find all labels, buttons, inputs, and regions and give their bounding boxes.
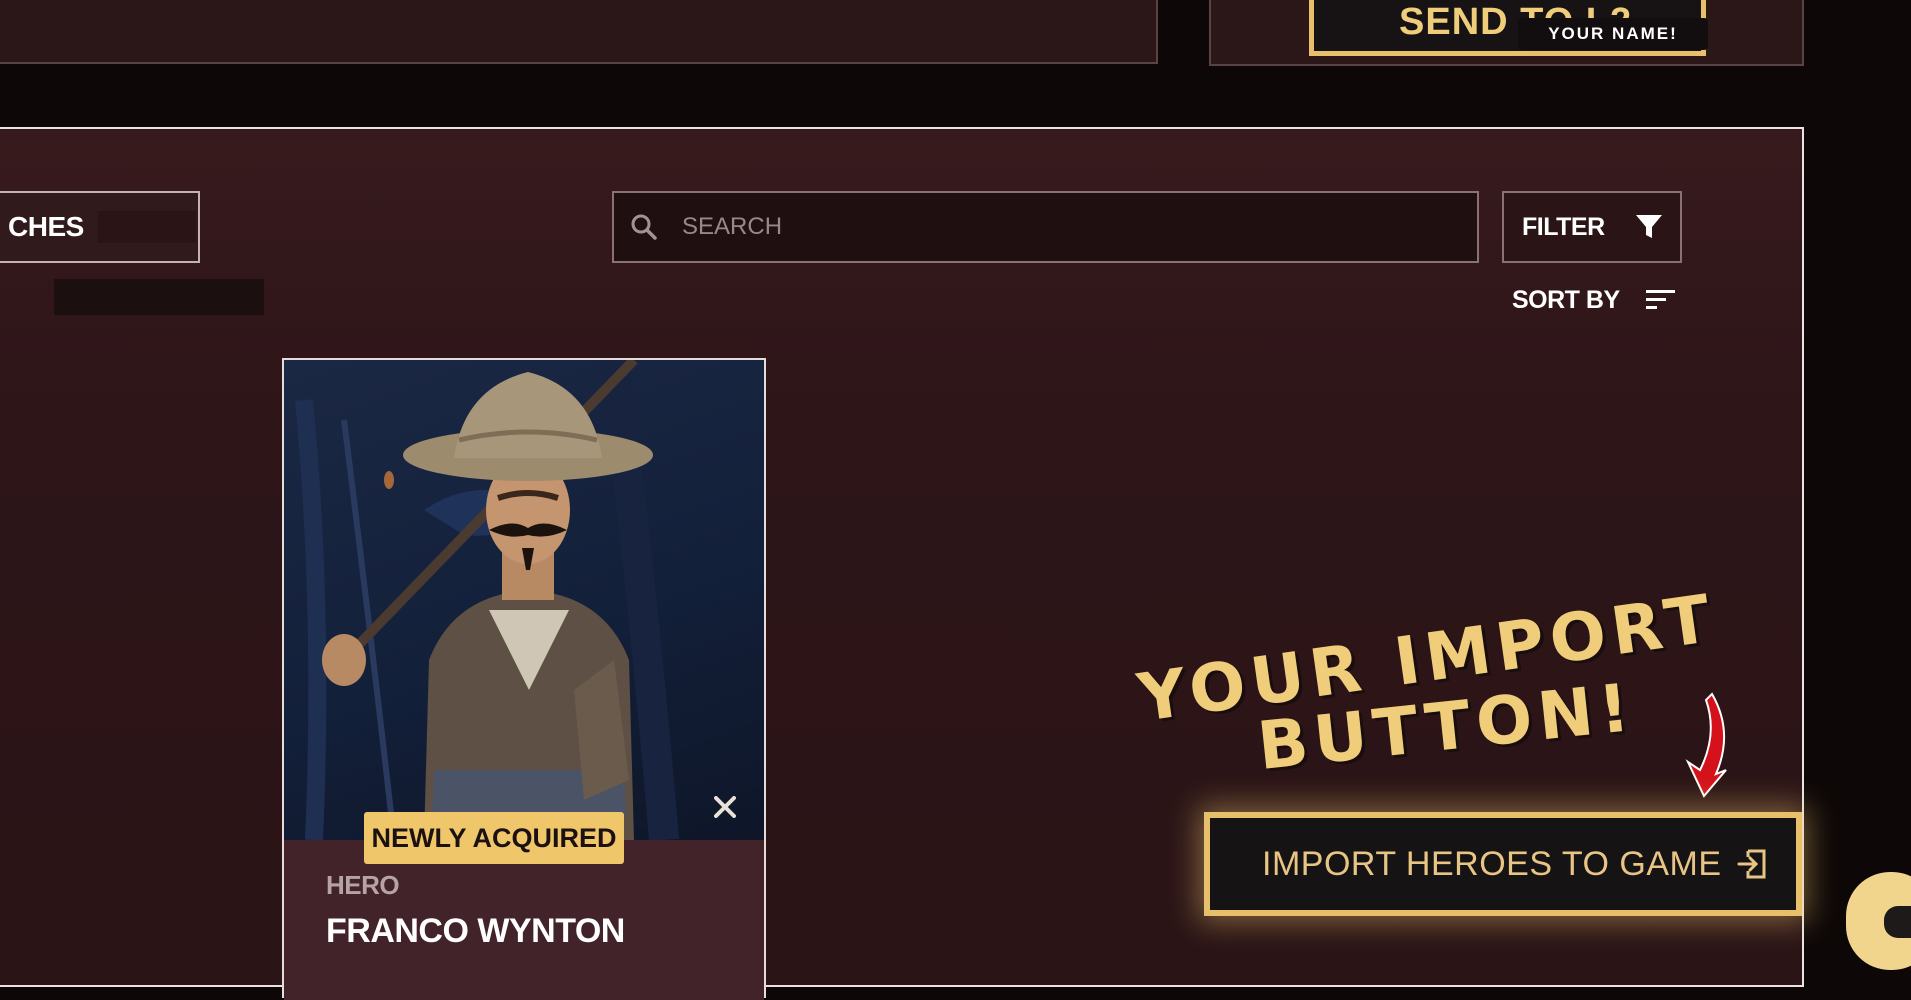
annotation-callout: YOUR IMPORT BUTTON! — [1130, 580, 1730, 798]
chat-icon — [1884, 906, 1911, 938]
newly-acquired-badge: NEWLY ACQUIRED — [364, 812, 624, 864]
import-button-label: IMPORT HEROES TO GAME — [1262, 844, 1722, 883]
search-icon — [631, 214, 657, 240]
sort-icon — [1645, 290, 1675, 309]
hero-illustration — [295, 360, 679, 840]
chat-widget-button[interactable] — [1846, 872, 1911, 970]
redacted-bar — [54, 279, 264, 315]
sort-by-label: SORT BY — [1512, 285, 1620, 314]
search-box[interactable] — [612, 191, 1479, 263]
search-input[interactable] — [680, 212, 1444, 242]
top-panel-left — [0, 0, 1158, 64]
filter-button[interactable]: FILTER — [1502, 191, 1682, 263]
x-logo-icon — [714, 796, 736, 818]
tab-matches[interactable]: CHES — [0, 191, 200, 263]
filter-icon — [1635, 215, 1662, 238]
hero-name: FRANCO WYNTON — [326, 912, 625, 950]
hero-portrait — [284, 360, 764, 840]
redacted-area — [98, 211, 196, 243]
filter-label: FILTER — [1522, 212, 1605, 241]
your-name-tag: YOUR NAME! — [1518, 18, 1708, 50]
hero-card[interactable]: NEWLY ACQUIRED HERO FRANCO WYNTON — [282, 358, 766, 1000]
tab-label: CHES — [8, 211, 84, 242]
red-arrow-icon — [1685, 692, 1727, 798]
import-heroes-button[interactable]: IMPORT HEROES TO GAME — [1204, 812, 1802, 916]
hero-type-label: HERO — [326, 870, 400, 900]
import-icon — [1737, 849, 1766, 879]
sort-by-button[interactable]: SORT BY — [1512, 280, 1676, 320]
